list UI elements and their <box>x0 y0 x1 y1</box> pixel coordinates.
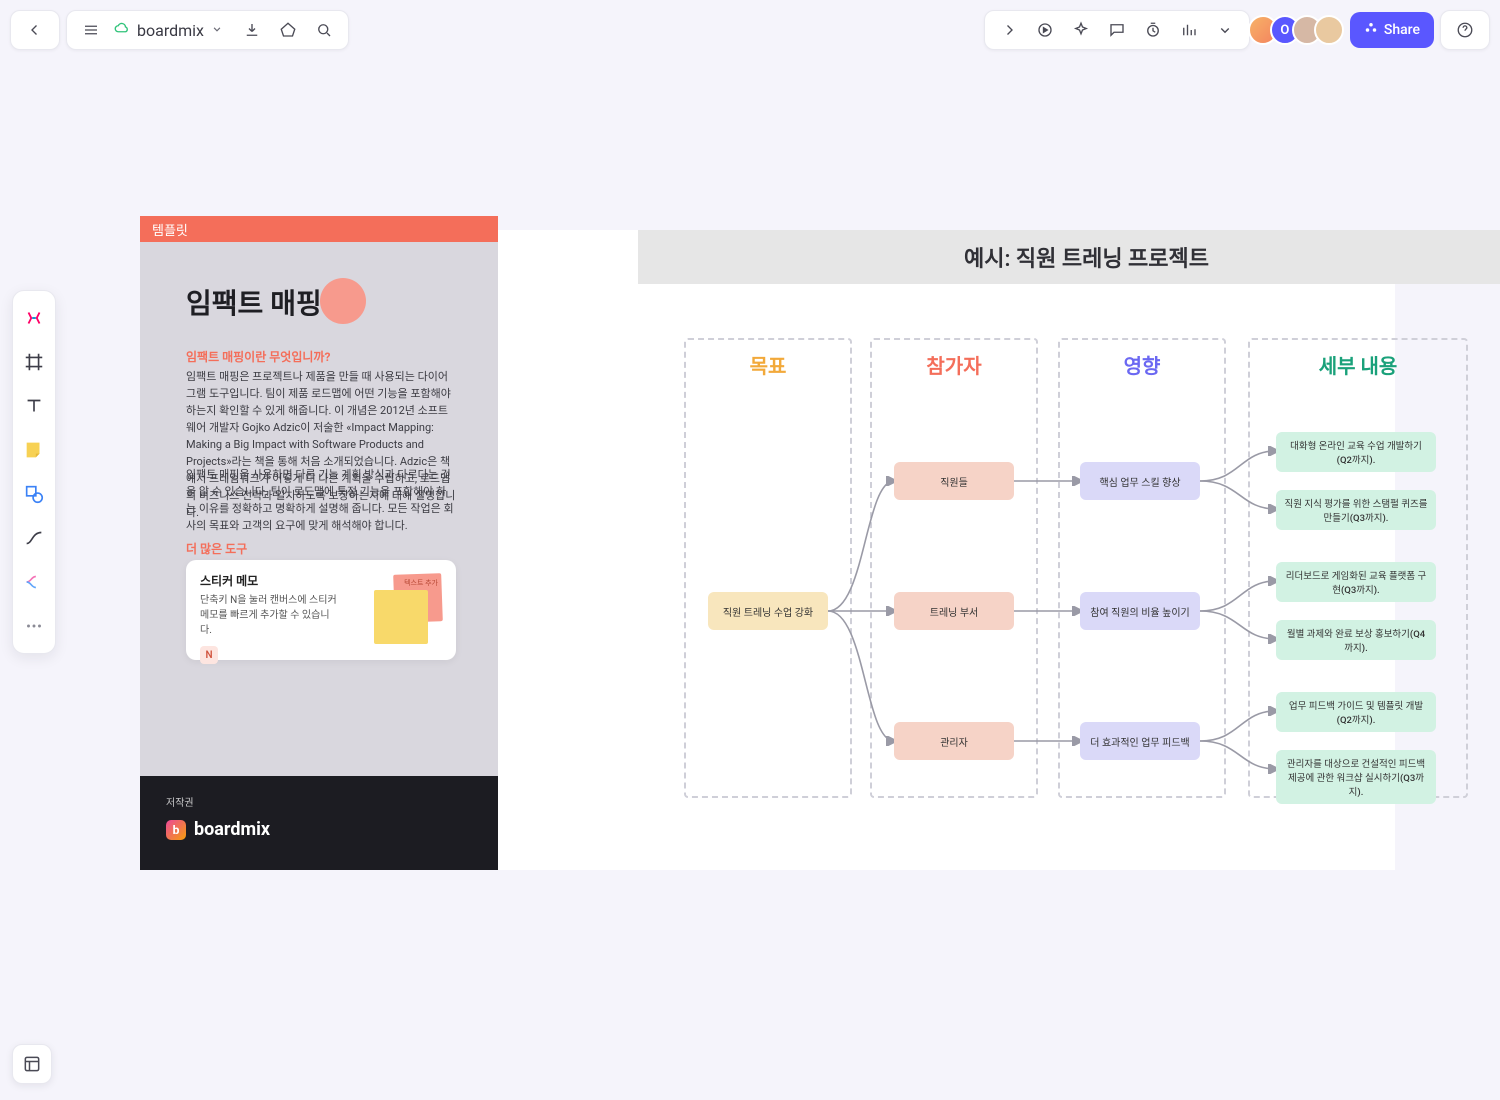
template-footer: 저작권 b boardmix <box>140 776 498 870</box>
poll-button[interactable] <box>1171 12 1207 48</box>
shortcut-key: N <box>200 646 218 664</box>
actor-node[interactable]: 직원들 <box>894 462 1014 500</box>
sticky-note-icon <box>374 590 428 644</box>
brand-logo: b boardmix <box>166 819 472 840</box>
impact-node[interactable]: 참여 직원의 비율 높이기 <box>1080 592 1200 630</box>
menu-button[interactable] <box>73 12 109 48</box>
sparkle-button[interactable] <box>1063 12 1099 48</box>
goal-node[interactable]: 직원 트레닝 수업 강화 <box>708 592 828 630</box>
logo-mark: b <box>166 820 186 840</box>
template-tab: 템플릿 <box>140 216 498 242</box>
collaborator-avatars[interactable]: O <box>1256 15 1344 45</box>
impact-node[interactable]: 핵심 업무 스킬 향상 <box>1080 462 1200 500</box>
mindmap-tool[interactable] <box>16 561 52 603</box>
deliverable-node[interactable]: 리더보드로 게임화된 교육 플랫폼 구현(Q3까지). <box>1276 562 1436 602</box>
template-info-panel: 템플릿 임팩트 매핑 임팩트 매핑이란 무엇입니까? 임팩트 매핑은 프로젝트나… <box>140 230 498 870</box>
comment-button[interactable] <box>1099 12 1135 48</box>
deliverable-node[interactable]: 업무 피드백 가이드 및 템플릿 개발(Q2까지). <box>1276 692 1436 732</box>
more-tools[interactable] <box>16 605 52 647</box>
copyright-label: 저작권 <box>166 794 472 809</box>
deliverable-node[interactable]: 대화형 온라인 교육 수업 개발하기(Q2까지). <box>1276 432 1436 472</box>
example-title: 예시: 직원 트레닝 프로젝트 <box>638 230 1500 284</box>
accent-circle <box>320 278 366 324</box>
deliverable-node[interactable]: 관리자를 대상으로 건설적인 피드백 제공에 관한 워크샵 실시하기(Q3까지)… <box>1276 750 1436 804</box>
shape-tool[interactable] <box>16 473 52 515</box>
expand-button[interactable] <box>991 12 1027 48</box>
back-button[interactable] <box>17 12 53 48</box>
more-top-button[interactable] <box>1207 12 1243 48</box>
frame-tool[interactable] <box>16 341 52 383</box>
deliverable-node[interactable]: 직원 지식 평가를 위한 스탬펄 퀴즈를 만들기(Q3까지). <box>1276 490 1436 530</box>
chevron-down-icon <box>210 21 224 40</box>
help-button[interactable] <box>1447 12 1483 48</box>
sticky-note-tip-card: 스티커 메모 단축키 N을 눌러 캔버스에 스티커 메모를 빠르게 추가할 수 … <box>186 560 456 660</box>
connector-tool[interactable] <box>16 517 52 559</box>
board-canvas[interactable]: 템플릿 임팩트 매핑 임팩트 매핑이란 무엇입니까? 임팩트 매핑은 프로젝트나… <box>140 230 1395 870</box>
actor-node[interactable]: 트레닝 부서 <box>894 592 1014 630</box>
ai-tool[interactable] <box>16 297 52 339</box>
column-goal: 목표 <box>684 338 852 798</box>
cloud-sync-icon <box>113 19 131 41</box>
actor-node[interactable]: 관리자 <box>894 722 1014 760</box>
search-button[interactable] <box>306 12 342 48</box>
tag-button[interactable] <box>270 12 306 48</box>
impact-node[interactable]: 더 효과적인 업무 피드백 <box>1080 722 1200 760</box>
tip-desc: 단축키 N을 눌러 캔버스에 스티커 메모를 빠르게 추가할 수 있습니다. <box>200 593 340 638</box>
board-title[interactable]: boardmix <box>109 19 234 41</box>
download-button[interactable] <box>234 12 270 48</box>
tool-panel <box>12 290 56 654</box>
text-tool[interactable] <box>16 385 52 427</box>
intro-paragraph-2: 임팩트 매핑을 사용하면 다른 기능 계획 방식과 다르다는 것을 알 수 있습… <box>186 466 456 534</box>
deliverable-node[interactable]: 월별 과제와 완료 보상 홍보하기(Q4까지). <box>1276 620 1436 660</box>
present-button[interactable] <box>1027 12 1063 48</box>
board-title-text: boardmix <box>137 21 204 40</box>
timer-button[interactable] <box>1135 12 1171 48</box>
sticky-note-hint: 텍스트 추가 <box>404 578 438 588</box>
avatar <box>1314 15 1344 45</box>
template-heading: 임팩트 매핑 <box>186 282 322 322</box>
impact-map-diagram: 목표 참가자 영향 세부 내용 직원 트레닝 수업 강화 직원들 트레닝 부서 … <box>640 338 1500 818</box>
more-tools-heading: 더 많은 도구 <box>186 540 456 559</box>
templates-button[interactable] <box>12 1044 52 1084</box>
question-heading: 임팩트 매핑이란 무엇입니까? <box>186 348 456 367</box>
sticky-note-tool[interactable] <box>16 429 52 471</box>
share-button[interactable]: Share <box>1350 12 1434 48</box>
